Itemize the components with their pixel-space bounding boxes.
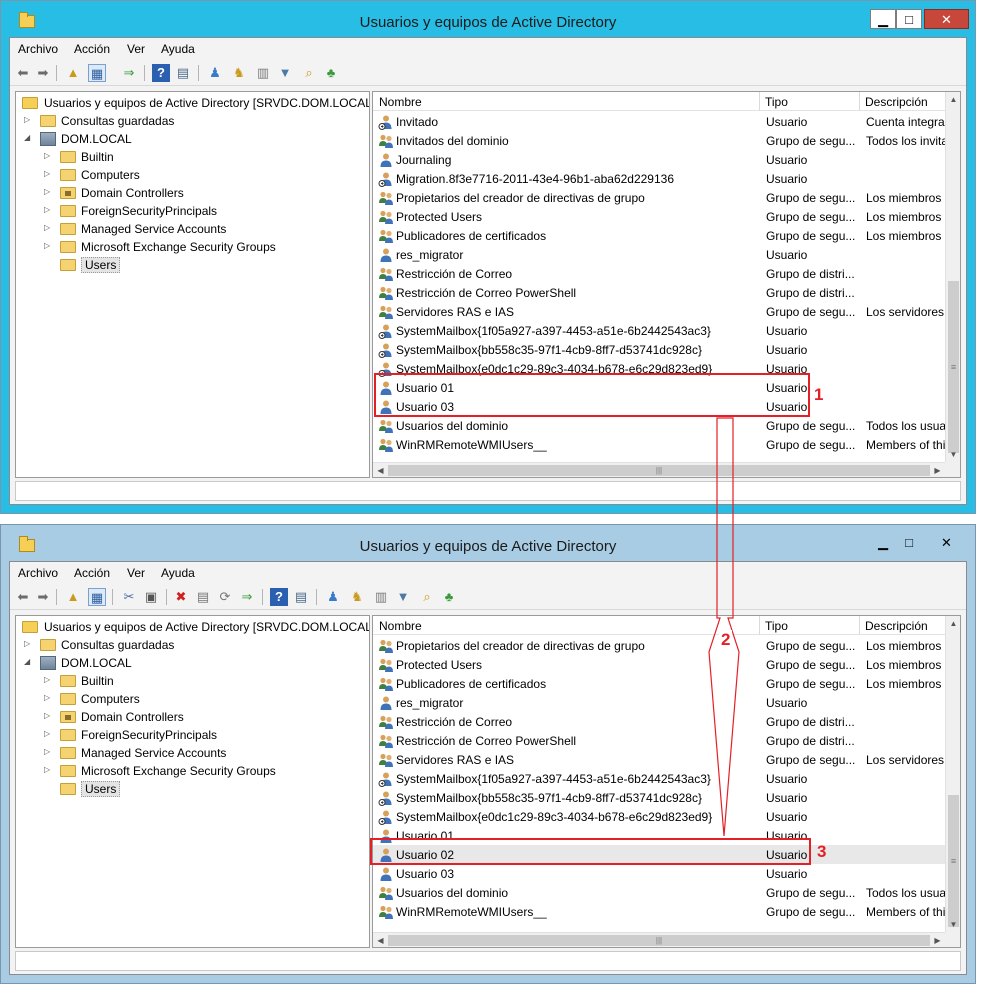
annotation-label-2: 2: [719, 630, 733, 650]
arrow-shape: [708, 417, 740, 837]
annotation-arrow: [708, 417, 740, 837]
